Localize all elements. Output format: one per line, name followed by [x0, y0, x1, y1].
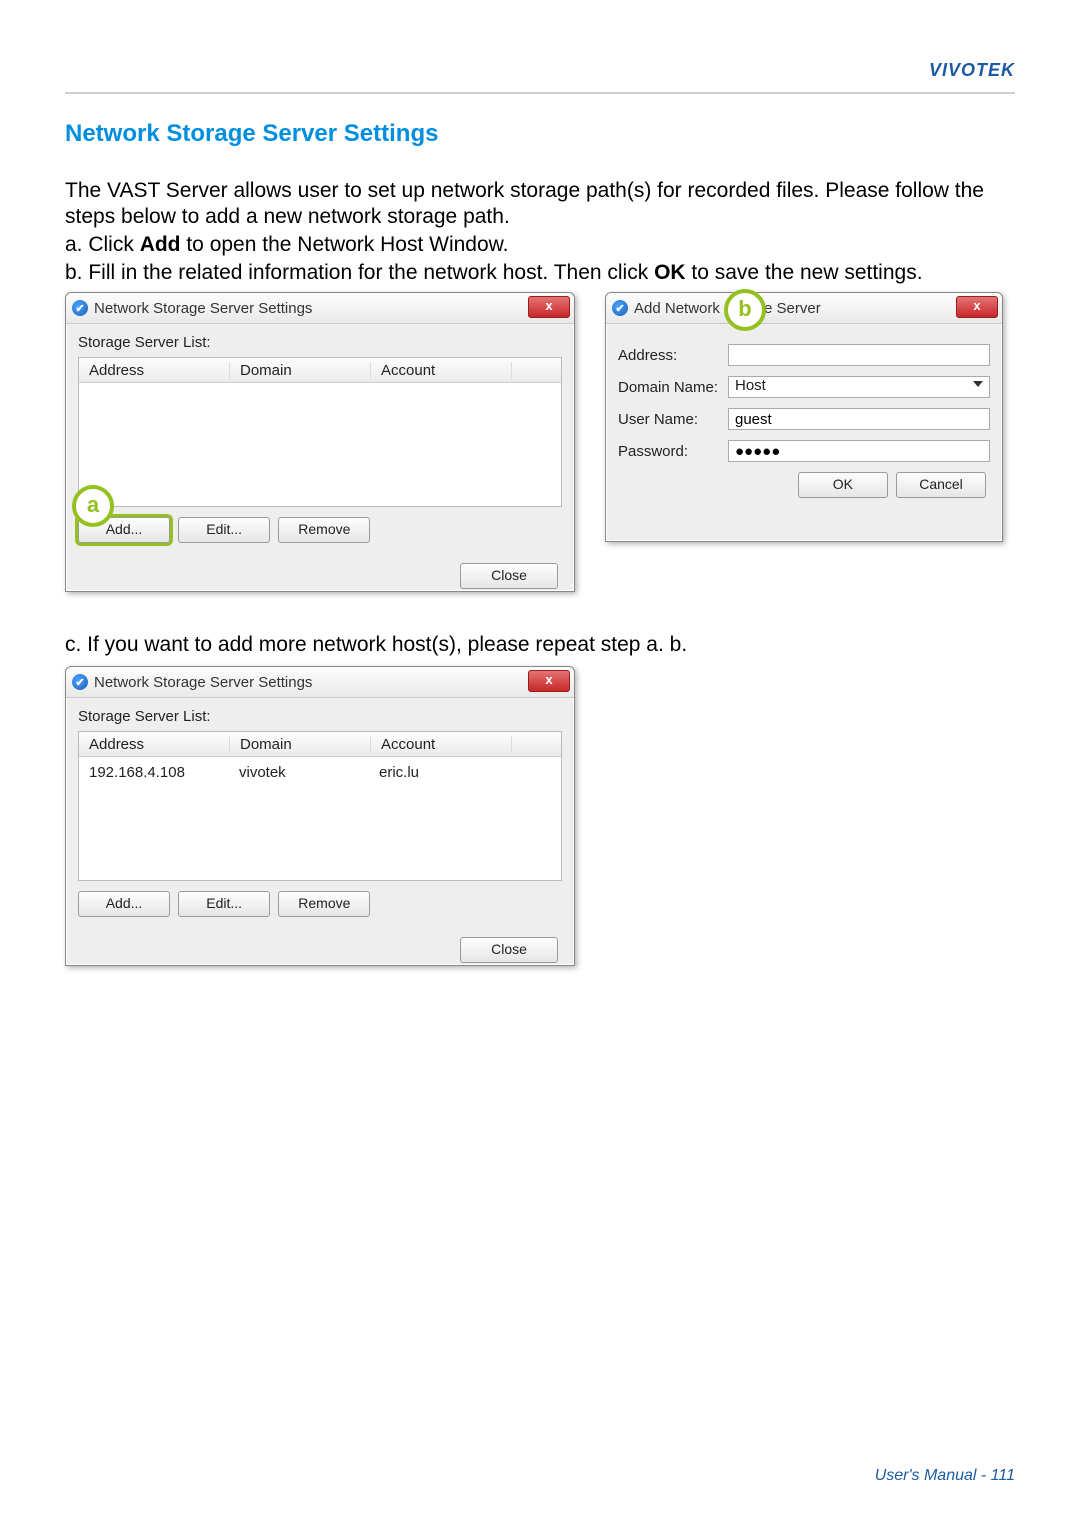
col-account: Account: [371, 362, 512, 379]
close-button-bottom[interactable]: Close: [460, 563, 558, 589]
step-a-bold: Add: [140, 233, 181, 256]
add-button[interactable]: Add...: [78, 891, 170, 917]
network-storage-settings-window-filled: ✔ Network Storage Server Settings x Stor…: [65, 666, 575, 966]
password-label: Password:: [618, 443, 728, 460]
address-row: Address:: [618, 344, 990, 366]
step-c: c. If you want to add more network host(…: [65, 632, 1015, 658]
badge-b: b: [724, 289, 766, 331]
footer-page-number: 111: [991, 1467, 1015, 1484]
badge-a: a: [72, 485, 114, 527]
col-address: Address: [79, 362, 230, 379]
app-icon: ✔: [72, 300, 88, 316]
table-header: Address Domain Account: [79, 358, 561, 383]
user-row: User Name:: [618, 408, 990, 430]
page: VIVOTEK Network Storage Server Settings …: [0, 0, 1080, 1527]
window-title: Network Storage Server Settings: [94, 674, 312, 691]
section-title: Network Storage Server Settings: [65, 120, 1015, 148]
col-domain: Domain: [230, 736, 371, 753]
window-titlebar: ✔ Network Storage Server Settings x: [66, 667, 574, 698]
page-footer: User's Manual - 111: [875, 1467, 1015, 1485]
user-label: User Name:: [618, 411, 728, 428]
col-account: Account: [371, 736, 512, 753]
table-header: Address Domain Account: [79, 732, 561, 757]
close-button[interactable]: x: [956, 296, 998, 318]
list-buttons-row: Add... Edit... Remove: [78, 891, 562, 917]
storage-server-list[interactable]: Address Domain Account 192.168.4.108 viv…: [78, 731, 562, 881]
window-titlebar: ✔ Add Network S e Server x: [606, 293, 1002, 324]
address-label: Address:: [618, 347, 728, 364]
divider: [65, 92, 1015, 94]
window-title: Network Storage Server Settings: [94, 300, 312, 317]
step-b-bold: OK: [654, 261, 686, 284]
ok-button[interactable]: OK: [798, 472, 888, 498]
user-input[interactable]: [728, 408, 990, 430]
cancel-button[interactable]: Cancel: [896, 472, 986, 498]
page-gradient: [0, 1357, 1080, 1527]
table-body: 192.168.4.108 vivotek eric.lu: [79, 757, 561, 787]
step-a-pre: a. Click: [65, 233, 140, 256]
edit-button[interactable]: Edit...: [178, 891, 270, 917]
domain-label: Domain Name:: [618, 379, 728, 396]
password-row: Password:: [618, 440, 990, 462]
chevron-down-icon: [973, 381, 983, 387]
remove-button[interactable]: Remove: [278, 891, 370, 917]
domain-select[interactable]: Host: [728, 376, 990, 398]
cell-domain: vivotek: [229, 764, 369, 781]
list-label: Storage Server List:: [78, 708, 562, 725]
add-network-host-window: ✔ Add Network S e Server x b Address: Do…: [605, 292, 1003, 542]
cell-address: 192.168.4.108: [79, 764, 229, 781]
window-body: Storage Server List: Address Domain Acco…: [66, 324, 574, 601]
domain-row: Domain Name: Host: [618, 376, 990, 398]
close-button[interactable]: x: [528, 670, 570, 692]
domain-value: Host: [735, 377, 766, 394]
figure-row-1: ✔ Network Storage Server Settings x Stor…: [65, 292, 1015, 602]
window-title-right: e Server: [764, 300, 821, 317]
remove-button[interactable]: Remove: [278, 517, 370, 543]
intro-paragraph: The VAST Server allows user to set up ne…: [65, 178, 1015, 230]
figure-row-2: ✔ Network Storage Server Settings x Stor…: [65, 666, 1015, 986]
password-input[interactable]: [728, 440, 990, 462]
close-row: Close: [78, 937, 562, 963]
edit-button[interactable]: Edit...: [178, 517, 270, 543]
storage-server-list[interactable]: Address Domain Account: [78, 357, 562, 507]
close-button-bottom[interactable]: Close: [460, 937, 558, 963]
col-domain: Domain: [230, 362, 371, 379]
window-body: Storage Server List: Address Domain Acco…: [66, 698, 574, 975]
close-row: Close: [78, 563, 562, 589]
window-title-left: Add Network S: [634, 300, 734, 317]
close-button[interactable]: x: [528, 296, 570, 318]
list-label: Storage Server List:: [78, 334, 562, 351]
app-icon: ✔: [612, 300, 628, 316]
ok-cancel-row: OK Cancel: [618, 472, 990, 498]
window-body: Address: Domain Name: Host User Name:: [606, 324, 1002, 510]
app-icon: ✔: [72, 674, 88, 690]
step-a-post: to open the Network Host Window.: [181, 233, 509, 256]
list-buttons-row: Add... Edit... Remove: [78, 517, 562, 543]
window-titlebar: ✔ Network Storage Server Settings x: [66, 293, 574, 324]
col-address: Address: [79, 736, 230, 753]
address-input[interactable]: [728, 344, 990, 366]
step-a: a. Click Add to open the Network Host Wi…: [65, 232, 1015, 258]
step-b-pre: b. Fill in the related information for t…: [65, 261, 654, 284]
step-b-post: to save the new settings.: [686, 261, 923, 284]
network-storage-settings-window: ✔ Network Storage Server Settings x Stor…: [65, 292, 575, 592]
brand-label: VIVOTEK: [929, 60, 1015, 81]
table-body-empty: [79, 383, 561, 391]
content-area: Network Storage Server Settings The VAST…: [65, 120, 1015, 986]
table-row[interactable]: 192.168.4.108 vivotek eric.lu: [79, 761, 561, 783]
footer-label: User's Manual -: [875, 1467, 991, 1484]
step-b: b. Fill in the related information for t…: [65, 260, 1015, 286]
cell-account: eric.lu: [369, 764, 509, 781]
